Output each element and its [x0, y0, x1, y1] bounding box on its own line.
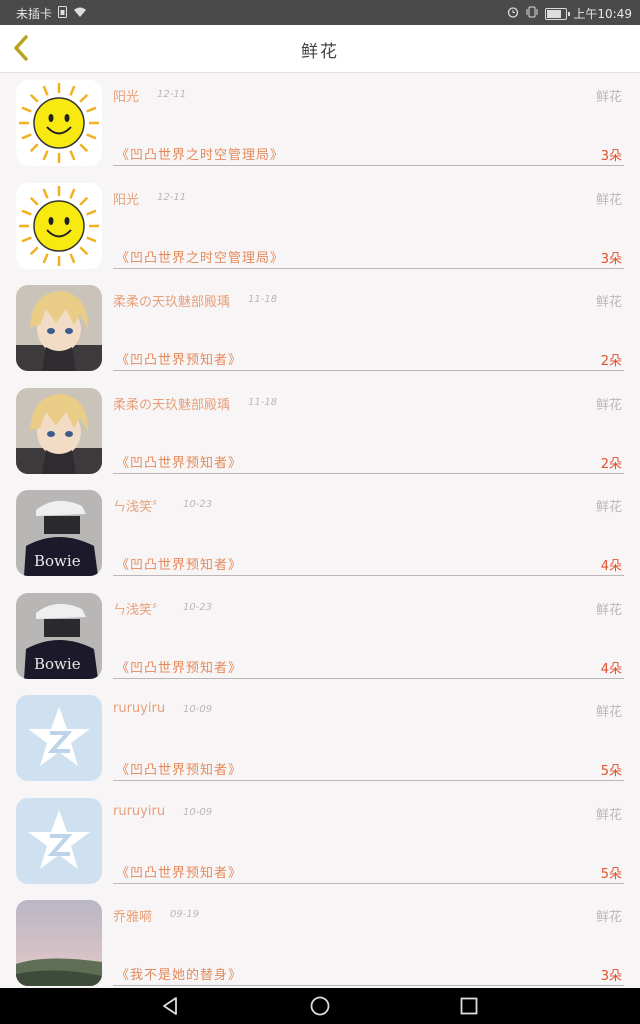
avatar: Bowie [16, 592, 102, 679]
svg-text:Bowie: Bowie [34, 552, 81, 570]
list-item[interactable]: Bowie ㄣ浅笑〞 10-23 鲜花《凹凸世界预知者》 4朵 [0, 482, 640, 585]
divider [113, 267, 624, 269]
gift-date: 12-11 [157, 89, 187, 100]
avatar [16, 900, 102, 986]
book-title: 《凹凸世界预知者》 [116, 455, 243, 471]
gift-count: 3朵 [600, 969, 622, 984]
page-title: 鲜花 [301, 42, 339, 62]
gift-date: 11-18 [248, 294, 278, 305]
list-item[interactable]: 阳光 12-11 鲜花《凹凸世界之时空管理局》 3朵 [0, 175, 640, 278]
avatar: Bowie [16, 490, 102, 576]
navigation-bar [0, 988, 640, 1024]
avatar [16, 285, 102, 371]
divider [113, 472, 624, 474]
gift-date: 09-19 [170, 909, 200, 920]
user-name: 柔柔の天玖魅部殿瑀 [113, 295, 231, 310]
list-item[interactable]: 阳光 12-11 鲜花《凹凸世界之时空管理局》 3朵 [0, 72, 640, 175]
divider [113, 780, 624, 781]
gift-date: 10-23 [183, 499, 213, 510]
gift-type: 鲜花 [595, 397, 622, 413]
list-item[interactable]: 柔柔の天玖魅部殿瑀 11-18 鲜花《凹凸世界预知者》 2朵 [0, 277, 640, 380]
gift-list: 阳光 12-11 鲜花 《凹凸世界之时空管理局》 3朵 阳光 12-11 鲜花 《凹凸世界之时空… [0, 72, 640, 995]
list-item[interactable]: ruruyiru 10-09 鲜花《凹凸世界预知者》 5朵 [0, 790, 640, 893]
status-time: 上午10:49 [573, 7, 632, 21]
gift-type: 鲜花 [595, 910, 622, 925]
book-title: 《凹凸世界预知者》 [116, 660, 243, 676]
gift-date: 12-11 [157, 191, 187, 203]
divider [113, 677, 624, 679]
divider [113, 985, 624, 986]
list-item[interactable]: Bowie ㄣ浅笑〞 10-23 鲜花《凹凸世界预知者》 4朵 [0, 585, 640, 688]
status-left: 未插卡 [16, 5, 87, 22]
avatar [16, 797, 102, 884]
gift-count: 5朵 [600, 764, 622, 779]
gift-date: 10-23 [183, 601, 213, 613]
divider [113, 882, 624, 884]
gift-type: 鲜花 [595, 500, 622, 515]
divider [113, 370, 624, 371]
book-title: 《凹凸世界之时空管理局》 [116, 148, 285, 163]
gift-count: 3朵 [600, 251, 622, 267]
gift-type: 鲜花 [595, 192, 622, 208]
gift-date: 11-18 [248, 396, 278, 408]
gift-type: 鲜花 [595, 295, 622, 310]
avatar [16, 695, 102, 781]
avatar [16, 182, 102, 269]
book-title: 《凹凸世界预知者》 [116, 865, 243, 881]
book-title: 《凹凸世界预知者》 [116, 763, 243, 778]
book-title: 《凹凸世界之时空管理局》 [116, 250, 285, 266]
list-item[interactable]: 乔雅嗬 09-19 鲜花《我不是她的替身》 3朵 [0, 892, 640, 995]
gift-count: 3朵 [600, 149, 622, 164]
svg-text:Bowie: Bowie [34, 655, 81, 673]
gift-type: 鲜花 [595, 705, 622, 720]
book-title: 《我不是她的替身》 [116, 968, 243, 983]
user-name: 阳光 [113, 192, 140, 208]
user-name: 乔雅嗬 [113, 910, 153, 925]
user-name: 阳光 [113, 90, 140, 105]
user-name: ㄣ浅笑〞 [113, 602, 166, 618]
gift-count: 4朵 [600, 661, 622, 677]
divider [113, 575, 624, 576]
book-title: 《凹凸世界预知者》 [116, 353, 243, 368]
triangle-back-icon [163, 997, 177, 1015]
gift-count: 2朵 [600, 354, 622, 369]
user-name: ㄣ浅笑〞 [113, 500, 166, 515]
divider [113, 165, 624, 166]
avatar [16, 80, 102, 166]
carrier-text: 未插卡 [16, 7, 53, 21]
alarm-icon [507, 6, 519, 21]
square-recents-icon [460, 997, 478, 1015]
gift-count: 5朵 [600, 866, 622, 882]
status-bar: 未插卡 上午10:49 [0, 0, 640, 25]
gift-date: 10-09 [183, 704, 213, 715]
vibrate-icon [525, 6, 539, 21]
gift-type: 鲜花 [595, 602, 622, 618]
gift-count: 2朵 [600, 456, 622, 472]
nav-back-button[interactable] [158, 994, 182, 1018]
nav-home-button[interactable] [308, 994, 332, 1018]
avatar [16, 387, 102, 474]
list-item[interactable]: 柔柔の天玖魅部殿瑀 11-18 鲜花《凹凸世界预知者》 2朵 [0, 380, 640, 483]
circle-home-icon [310, 996, 330, 1016]
status-right: 上午10:49 [507, 5, 632, 22]
nav-recents-button[interactable] [457, 994, 481, 1018]
sim-icon [58, 6, 68, 21]
user-name: 柔柔の天玖魅部殿瑀 [113, 397, 231, 413]
gift-type: 鲜花 [595, 807, 622, 823]
gift-count: 4朵 [600, 559, 622, 574]
book-title: 《凹凸世界预知者》 [116, 558, 243, 573]
gift-type: 鲜花 [595, 90, 622, 105]
user-name: ruruyiru [113, 701, 166, 716]
battery-icon [545, 7, 571, 20]
gift-date: 10-09 [183, 806, 213, 818]
wifi-icon [73, 7, 87, 21]
header: 鲜花 [0, 25, 640, 73]
list-item[interactable]: ruruyiru 10-09 鲜花《凹凸世界预知者》 5朵 [0, 687, 640, 790]
user-name: ruruyiru [113, 803, 166, 819]
